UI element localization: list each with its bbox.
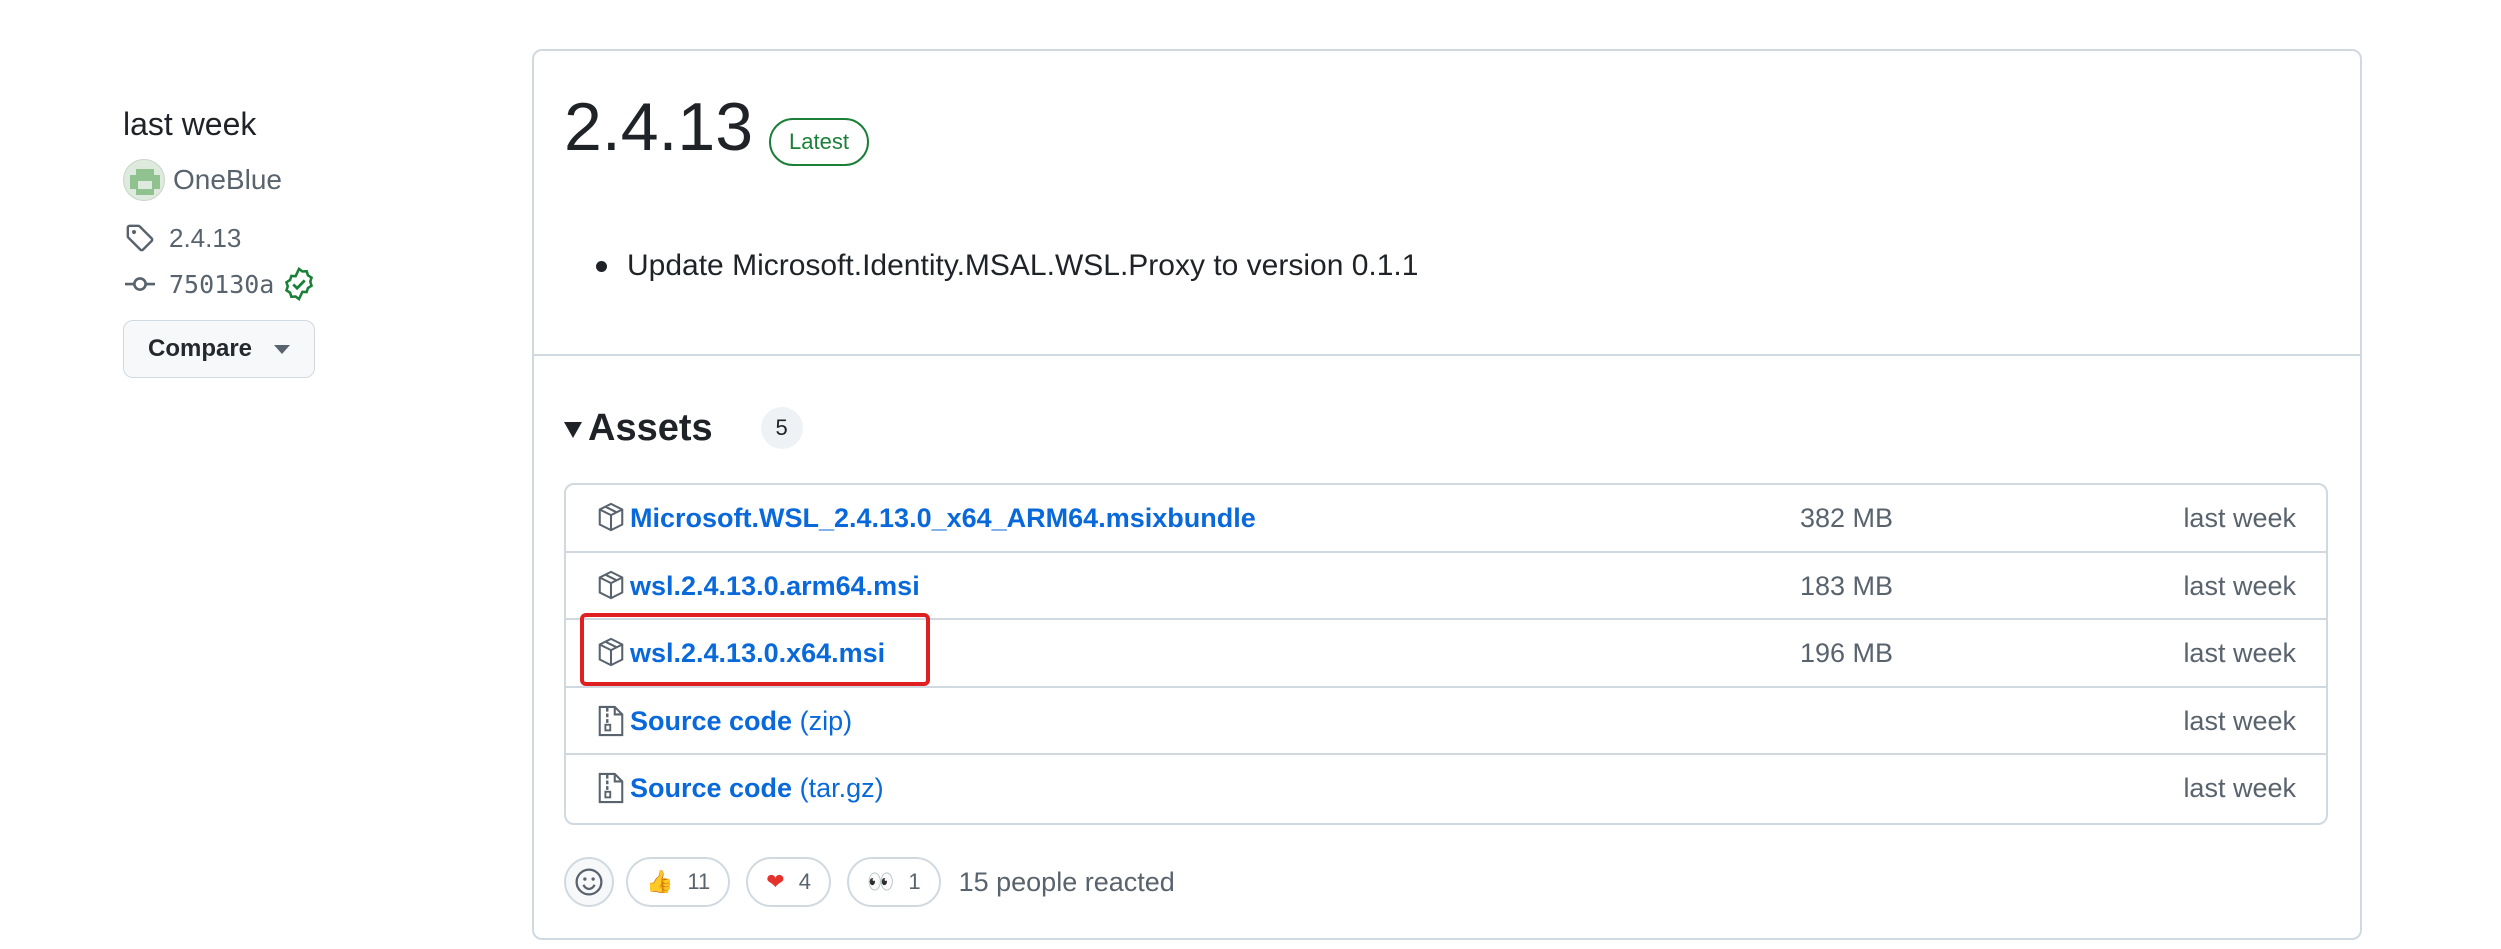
file-zip-icon — [596, 704, 630, 740]
commit-row[interactable]: 750130a — [123, 262, 453, 306]
tag-label[interactable]: 2.4.13 — [169, 223, 241, 254]
asset-row: Source code (zip) last week — [566, 688, 2326, 755]
reaction-eyes[interactable]: 👀 1 — [846, 857, 941, 907]
add-reaction-button[interactable] — [564, 857, 614, 907]
tag-row[interactable]: 2.4.13 — [123, 216, 453, 260]
release-sidebar: last week OneBlue 2.4.13 750130a Compare — [123, 98, 453, 378]
asset-date: last week — [2183, 503, 2296, 533]
reaction-heart[interactable]: ❤ 4 — [746, 857, 831, 907]
asset-date: last week — [2183, 705, 2296, 736]
latest-badge: Latest — [769, 118, 869, 166]
asset-link[interactable]: Source code (tar.gz) — [630, 755, 884, 822]
package-icon — [596, 501, 630, 537]
asset-row: Source code (tar.gz) last week — [566, 755, 2326, 823]
author-name[interactable]: OneBlue — [173, 164, 282, 196]
reaction-count: 1 — [908, 869, 921, 894]
assets-list: Microsoft.WSL_2.4.13.0_x64_ARM64.msixbun… — [564, 483, 2328, 825]
smiley-icon — [575, 868, 603, 896]
reaction-thumbs-up[interactable]: 👍 11 — [626, 857, 731, 907]
asset-link[interactable]: Microsoft.WSL_2.4.13.0_x64_ARM64.msixbun… — [630, 485, 1256, 552]
release-notes: Update Microsoft.Identity.MSAL.WSL.Proxy… — [596, 249, 1418, 283]
release-date: last week — [123, 106, 257, 142]
heart-icon: ❤ — [766, 869, 785, 894]
asset-size: 183 MB — [1800, 570, 1894, 601]
asset-size: 196 MB — [1800, 638, 1894, 668]
git-commit-icon — [123, 267, 157, 301]
asset-size: 382 MB — [1800, 503, 1894, 533]
assets-toggle[interactable]: Assets 5 — [564, 403, 803, 453]
release-card: 2.4.13 Latest Update Microsoft.Identity.… — [532, 49, 2362, 940]
assets-count: 5 — [760, 407, 803, 449]
asset-date: last week — [2183, 773, 2296, 803]
asset-link[interactable]: Source code (zip) — [630, 688, 852, 755]
author[interactable]: OneBlue — [123, 156, 453, 204]
compare-button[interactable]: Compare — [123, 320, 315, 378]
asset-row: Microsoft.WSL_2.4.13.0_x64_ARM64.msixbun… — [566, 485, 2326, 553]
avatar[interactable] — [123, 159, 165, 201]
asset-date: last week — [2183, 638, 2296, 668]
commit-sha[interactable]: 750130a — [169, 270, 274, 299]
asset-link-label[interactable]: Source code — [630, 706, 792, 736]
asset-link-suffix[interactable]: (zip) — [800, 706, 853, 736]
file-zip-icon — [596, 771, 630, 807]
asset-date: last week — [2183, 570, 2296, 601]
asset-link-suffix[interactable]: (tar.gz) — [800, 773, 884, 803]
release-note-item: Update Microsoft.Identity.MSAL.WSL.Proxy… — [627, 249, 1419, 282]
reaction-count: 11 — [687, 869, 711, 894]
asset-link[interactable]: wsl.2.4.13.0.x64.msi — [630, 620, 885, 687]
asset-link[interactable]: wsl.2.4.13.0.arm64.msi — [630, 553, 920, 620]
release-header: 2.4.13 Latest Update Microsoft.Identity.… — [534, 51, 2360, 356]
tag-icon — [123, 221, 157, 255]
reactions-bar: 👍 11 ❤ 4 👀 1 15 people reacted — [564, 856, 1175, 908]
package-icon — [596, 636, 630, 672]
triangle-down-icon — [564, 422, 582, 438]
verified-icon[interactable] — [282, 267, 316, 301]
assets-title: Assets — [588, 406, 713, 449]
asset-row: wsl.2.4.13.0.x64.msi 196 MB last week — [566, 620, 2326, 688]
release-title[interactable]: 2.4.13 — [564, 93, 753, 161]
compare-label: Compare — [147, 335, 253, 362]
asset-row: wsl.2.4.13.0.arm64.msi 183 MB last week — [566, 553, 2326, 620]
reaction-summary: 15 people reacted — [958, 866, 1175, 897]
thumbs-up-icon: 👍 — [646, 869, 674, 894]
bullet-icon — [596, 260, 607, 272]
asset-link-label[interactable]: Source code — [630, 773, 792, 803]
eyes-icon: 👀 — [866, 869, 895, 894]
release-page: last week OneBlue 2.4.13 750130a Compare… — [0, 0, 2501, 949]
package-icon — [596, 569, 630, 605]
caret-down-icon — [274, 344, 291, 354]
reaction-count: 4 — [798, 869, 811, 894]
